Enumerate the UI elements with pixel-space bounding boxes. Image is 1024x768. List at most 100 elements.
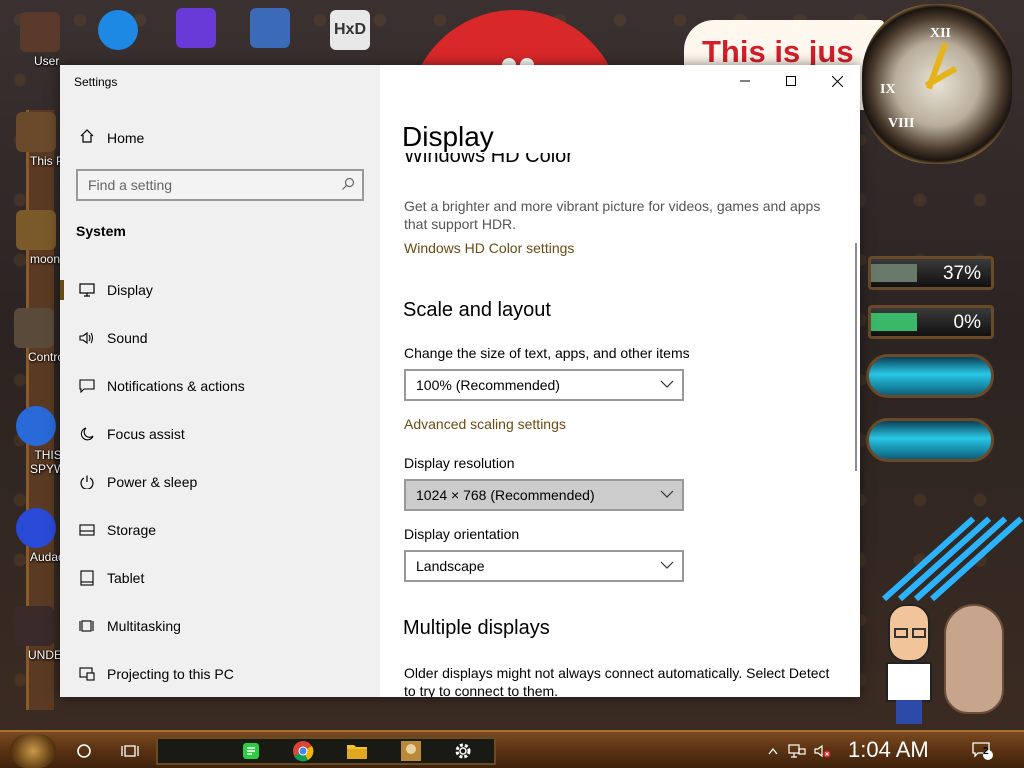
nav-item-label: Notifications & actions bbox=[107, 378, 245, 394]
nav-item-focus-assist[interactable]: Focus assist bbox=[60, 412, 380, 456]
hd-color-description: Get a brighter and more vibrant picture … bbox=[404, 198, 821, 232]
desktop-icon-unde[interactable]: UNDE bbox=[4, 606, 64, 662]
glasses bbox=[912, 628, 926, 638]
maximize-icon bbox=[786, 76, 796, 86]
settings-scroll-area[interactable]: Windows HD Color Get a brighter and more… bbox=[380, 153, 850, 697]
multiple-displays-description: Older displays might not always connect … bbox=[404, 665, 830, 697]
desktop-icon-this-pc[interactable]: This P bbox=[6, 112, 66, 168]
chevron-down-icon bbox=[660, 490, 674, 498]
nav-item-display[interactable]: Display bbox=[60, 268, 380, 312]
nav-item-label: Sound bbox=[107, 330, 148, 346]
tube-gauge bbox=[866, 418, 994, 462]
resolution-dropdown[interactable]: 1024 × 768 (Recommended) bbox=[404, 479, 684, 511]
taskbar-app-game[interactable] bbox=[396, 734, 426, 768]
taskbar-app-chrome[interactable] bbox=[288, 734, 318, 768]
search-icon bbox=[342, 177, 355, 190]
maximize-button[interactable] bbox=[768, 65, 814, 97]
chevron-up-icon bbox=[768, 747, 778, 755]
chevron-down-icon bbox=[660, 380, 674, 388]
scale-layout-heading: Scale and layout bbox=[403, 299, 551, 321]
edge-icon bbox=[98, 10, 138, 50]
nav-item-storage[interactable]: Storage bbox=[60, 508, 380, 552]
scale-value: 100% (Recommended) bbox=[416, 377, 560, 393]
nav-item-label: Display bbox=[107, 282, 153, 298]
character-sticker bbox=[884, 604, 934, 724]
action-center-button[interactable]: 2 bbox=[970, 734, 996, 768]
gauge-fill bbox=[871, 264, 918, 282]
chrome-icon bbox=[16, 406, 56, 446]
minimize-button[interactable] bbox=[722, 65, 768, 97]
clock-numeral: VIII bbox=[888, 116, 915, 131]
nav-item-label: Storage bbox=[107, 522, 157, 538]
advanced-scaling-link[interactable]: Advanced scaling settings bbox=[404, 416, 566, 432]
start-button[interactable] bbox=[10, 734, 56, 768]
taskbar-clock[interactable]: 1:04 AM bbox=[848, 737, 929, 763]
nav-item-label: Focus assist bbox=[107, 426, 185, 442]
desktop-icon-visual-studio[interactable] bbox=[166, 8, 226, 48]
steampunk-clock-widget[interactable]: XII IX VIII bbox=[862, 4, 1012, 164]
desktop-icon-control-panel[interactable]: Control P bbox=[4, 308, 78, 364]
taskbar-app-notes[interactable] bbox=[236, 734, 266, 768]
task-view-button[interactable] bbox=[116, 734, 144, 768]
gauge-value: 37% bbox=[942, 263, 981, 284]
notification-count: 2 bbox=[983, 746, 989, 757]
desktop-icon-user[interactable]: User bbox=[10, 12, 70, 68]
scale-dropdown[interactable]: 100% (Recommended) bbox=[404, 369, 684, 401]
character-body bbox=[886, 662, 932, 702]
computer-icon bbox=[16, 112, 56, 152]
desktop-icon-edge[interactable] bbox=[88, 10, 148, 50]
monitor-icon bbox=[77, 283, 97, 297]
glasses bbox=[894, 628, 908, 638]
nav-item-sound[interactable]: Sound bbox=[60, 316, 380, 360]
settings-content-pane: Display Windows HD Color Get a brighter … bbox=[380, 65, 860, 697]
desktop-icon-virtualbox[interactable] bbox=[240, 8, 300, 48]
nav-item-multitasking[interactable]: Multitasking bbox=[60, 604, 380, 648]
audacity-icon bbox=[16, 508, 56, 548]
desktop-icon-label: This P bbox=[30, 154, 65, 168]
storage-icon bbox=[77, 524, 97, 536]
settings-window: Settings Home Find a setting System Disp… bbox=[60, 65, 860, 697]
nav-item-tablet[interactable]: Tablet bbox=[60, 556, 380, 600]
hxd-icon: HxD bbox=[330, 10, 370, 50]
desktop-icon-moon[interactable]: moon gi bbox=[6, 210, 73, 266]
notification-icon bbox=[77, 379, 97, 393]
chevron-down-icon bbox=[660, 561, 674, 569]
chrome-icon bbox=[293, 741, 314, 762]
multitasking-icon bbox=[77, 619, 97, 633]
cortana-button[interactable] bbox=[70, 734, 98, 768]
cortana-icon bbox=[77, 744, 91, 758]
virtualbox-icon bbox=[250, 8, 290, 48]
volume-button[interactable] bbox=[812, 734, 834, 768]
taskbar-app-explorer[interactable] bbox=[342, 734, 372, 768]
home-icon bbox=[77, 128, 97, 148]
orientation-dropdown[interactable]: Landscape bbox=[404, 550, 684, 582]
moon-icon bbox=[77, 427, 97, 441]
show-hidden-icons-button[interactable] bbox=[766, 734, 780, 768]
nav-item-power-sleep[interactable]: Power & sleep bbox=[60, 460, 380, 504]
window-title: Settings bbox=[74, 75, 118, 89]
nav-home-label: Home bbox=[107, 130, 145, 146]
orientation-label: Display orientation bbox=[404, 526, 520, 542]
nav-item-notifications[interactable]: Notifications & actions bbox=[60, 364, 380, 408]
page-title: Display bbox=[402, 121, 494, 152]
nav-item-label: Multitasking bbox=[107, 618, 181, 634]
nav-item-label: Power & sleep bbox=[107, 474, 198, 490]
taskbar-app-area bbox=[156, 737, 496, 765]
taskbar-app-settings[interactable] bbox=[448, 734, 478, 768]
folder-icon bbox=[347, 745, 367, 759]
clock-numeral: XII bbox=[930, 26, 952, 41]
network-button[interactable] bbox=[786, 734, 808, 768]
vertical-scrollbar[interactable] bbox=[855, 243, 857, 471]
desktop-icon-hxd[interactable]: HxD bbox=[320, 10, 380, 50]
find-setting-input[interactable]: Find a setting bbox=[76, 169, 364, 201]
hd-color-settings-link[interactable]: Windows HD Color settings bbox=[404, 240, 574, 256]
nav-home[interactable]: Home bbox=[60, 123, 380, 153]
close-button[interactable] bbox=[814, 65, 860, 97]
gauge-fill bbox=[871, 313, 918, 331]
nav-item-projecting[interactable]: Projecting to this PC bbox=[60, 652, 380, 696]
desktop-icon-chrome[interactable]: THIS I SPYWA bbox=[6, 406, 73, 476]
desktop-icon-audacity[interactable]: Audaci bbox=[6, 508, 67, 564]
scale-label: Change the size of text, apps, and other… bbox=[404, 345, 690, 361]
task-view-icon bbox=[121, 745, 139, 757]
minimize-icon bbox=[740, 80, 750, 82]
